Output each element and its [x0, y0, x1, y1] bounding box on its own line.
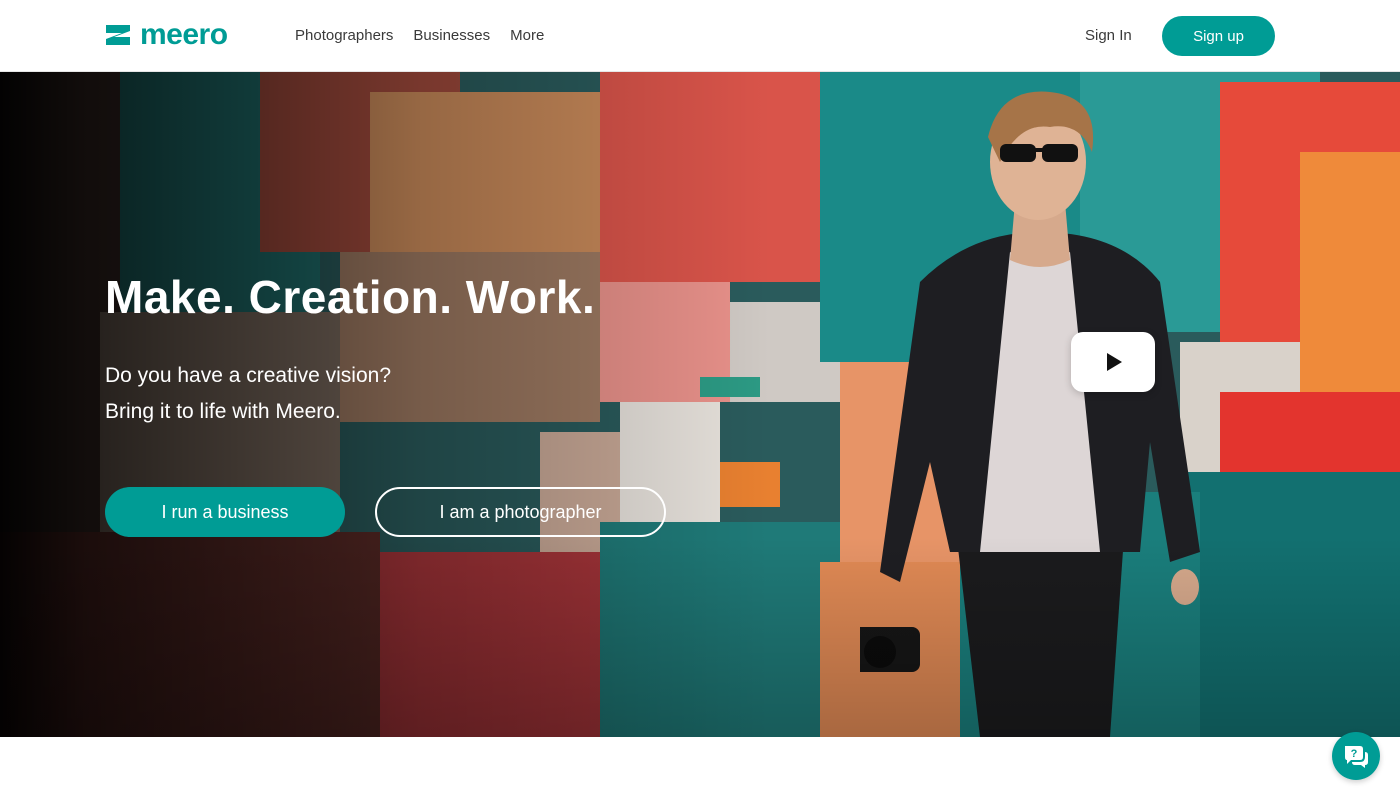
svg-text:?: ?: [1351, 748, 1358, 760]
help-chat-icon: ?: [1345, 746, 1368, 768]
nav-item-businesses[interactable]: Businesses: [413, 24, 490, 48]
meero-logo-mark-icon: [106, 25, 130, 45]
sign-in-link[interactable]: Sign In: [1085, 24, 1132, 48]
hero-subtitle-line-2: Bring it to life with Meero.: [105, 400, 341, 423]
help-chat-button[interactable]: ?: [1332, 732, 1380, 780]
play-icon: [1107, 353, 1122, 371]
nav-item-photographers[interactable]: Photographers: [295, 24, 393, 48]
hero-subtitle-line-1: Do you have a creative vision?: [105, 364, 391, 387]
sign-up-button[interactable]: Sign up: [1162, 16, 1275, 56]
hero-title: Make. Creation. Work.: [105, 271, 596, 323]
nav-item-more[interactable]: More: [510, 24, 544, 48]
hero-subtitle: Do you have a creative vision? Bring it …: [105, 358, 391, 430]
meero-logo[interactable]: meero: [104, 20, 228, 50]
photographer-button[interactable]: I am a photographer: [375, 487, 666, 537]
run-business-button[interactable]: I run a business: [105, 487, 345, 537]
main-nav: Photographers Businesses More: [295, 24, 544, 48]
hero-section: Make. Creation. Work. Do you have a crea…: [0, 72, 1400, 737]
site-header: meero Photographers Businesses More Sign…: [0, 0, 1400, 72]
logo-text: meero: [140, 18, 228, 51]
play-video-button[interactable]: [1071, 332, 1155, 392]
